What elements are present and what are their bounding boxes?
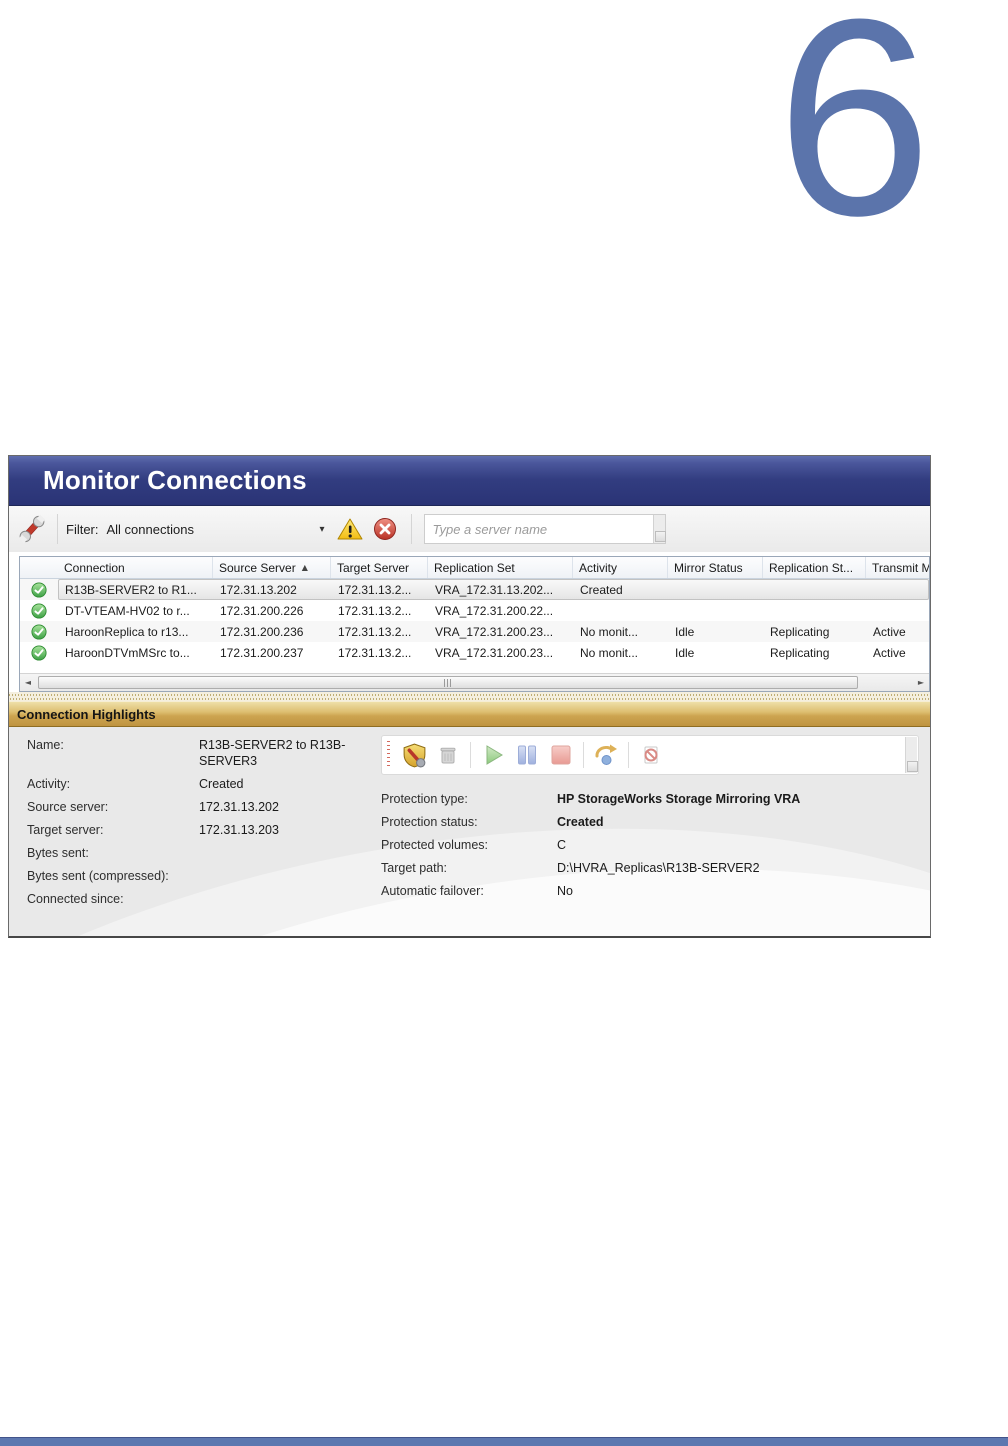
filter-dropdown[interactable]: All connections ▾ [107,522,331,537]
section-title: Connection Highlights [17,706,156,722]
field-value: D:\HVRA_Replicas\R13B-SERVER2 [557,861,760,875]
field-value: No [557,884,573,898]
column-header-source-server[interactable]: Source Server ▲ [213,557,331,578]
connections-table: Connection Source Server ▲ Target Server … [19,556,930,692]
field-value [199,891,369,907]
status-ok-icon [20,623,58,640]
filter-toolbar: Filter: All connections ▾ [9,506,930,552]
field-value: Created [199,777,244,791]
horizontal-scrollbar[interactable]: ◄ ► [20,673,929,691]
field-label: Connected since: [27,892,124,906]
table-row[interactable]: HaroonDTVmMSrc to... 172.31.200.237 172.… [20,642,929,663]
search-input[interactable] [424,515,653,543]
stop-icon[interactable] [546,740,576,770]
field-value: R13B-SERVER2 to R13B-SERVER3 [199,738,346,768]
status-ok-icon [20,581,58,598]
table-row[interactable]: R13B-SERVER2 to R1... 172.31.13.202 172.… [20,579,929,600]
protection-shield-icon[interactable] [399,740,429,770]
monitor-connections-window: Monitor Connections Filter: All connecti… [8,455,931,938]
connection-highlights-header: Connection Highlights [9,701,930,727]
table-header-row: Connection Source Server ▲ Target Server … [20,557,929,579]
toolbar-separator [470,742,471,768]
status-ok-icon [20,644,58,661]
pause-icon[interactable] [512,740,542,770]
field-label: Source server: [27,800,109,814]
row-cells: DT-VTEAM-HV02 to r... 172.31.200.226 172… [65,603,554,618]
filter-value: All connections [106,521,194,537]
field-label: Protection type: [381,792,468,806]
row-cells: HaroonDTVmMSrc to... 172.31.200.237 172.… [65,645,906,660]
search-scroll-nub[interactable] [652,515,666,543]
protection-fields: Protection type: HP StorageWorks Storage… [381,791,919,899]
column-header-replication-set[interactable]: Replication Set [428,557,573,578]
chapter-number: 6 [776,0,932,274]
scrollbar-thumb[interactable] [38,676,858,689]
scrollbar-grip-icon [443,678,453,687]
field-label: Name: [27,738,64,752]
field-label: Protection status: [381,815,478,829]
splitter-handle[interactable] [9,692,930,701]
connection-highlights-panel: Name: R13B-SERVER2 to R13B-SERVER3 Activ… [9,727,930,936]
field-value [199,868,369,884]
window-titlebar: Monitor Connections [9,456,930,506]
start-icon[interactable] [478,740,508,770]
actionbar-scroll-nub[interactable] [905,737,918,773]
field-value: HP StorageWorks Storage Mirroring VRA [557,792,801,806]
column-header-target-server[interactable]: Target Server [331,557,428,578]
connection-summary-fields: Name: R13B-SERVER2 to R13B-SERVER3 Activ… [27,737,379,907]
field-label: Automatic failover: [381,884,484,898]
field-label: Protected volumes: [381,838,488,852]
protection-details: Protection type: HP StorageWorks Storage… [381,735,919,899]
scroll-left-icon[interactable]: ◄ [20,674,36,691]
chevron-down-icon: ▾ [319,523,325,535]
column-header-mirror-status[interactable]: Mirror Status [668,557,763,578]
delete-icon[interactable] [433,740,463,770]
toolbar-separator [583,742,584,768]
warning-triangle-icon[interactable] [337,517,363,541]
field-label: Activity: [27,777,71,791]
column-header-status[interactable] [20,557,58,578]
toolbar-separator [628,742,629,768]
field-label: Bytes sent: [27,846,89,860]
row-cells: HaroonReplica to r13... 172.31.200.236 1… [65,624,906,639]
field-value: C [557,838,567,852]
remove-protection-icon[interactable] [636,740,666,770]
table-row[interactable]: HaroonReplica to r13... 172.31.200.236 1… [20,621,929,642]
column-header-connection[interactable]: Connection [58,557,213,578]
window-title: Monitor Connections [43,465,307,495]
server-search-box [423,514,666,544]
row-highlight: R13B-SERVER2 to R1... 172.31.13.202 172.… [58,579,929,600]
column-header-replication-status[interactable]: Replication St... [763,557,866,578]
column-header-activity[interactable]: Activity [573,557,668,578]
connection-actions-toolbar [381,735,919,775]
status-ok-icon [20,602,58,619]
sort-ascending-icon: ▲ [301,563,308,572]
field-value: Created [557,815,604,829]
field-value: 172.31.13.203 [199,823,279,837]
field-label: Bytes sent (compressed): [27,869,169,883]
page-footer-rule [0,1437,1008,1446]
wrench-icon[interactable] [15,512,49,546]
field-value: 172.31.13.202 [199,800,279,814]
failover-icon[interactable] [591,740,621,770]
filter-label: Filter: [66,521,99,537]
drag-grip-icon[interactable] [387,741,390,769]
toolbar-separator [410,514,412,544]
scroll-right-icon[interactable]: ► [913,674,929,691]
error-circle-icon[interactable] [373,517,397,541]
field-label: Target path: [381,861,448,875]
field-label: Target server: [27,823,104,837]
table-row[interactable]: DT-VTEAM-HV02 to r... 172.31.200.226 172… [20,600,929,621]
toolbar-separator [57,514,58,544]
column-header-transmit-mode[interactable]: Transmit M [866,557,929,578]
field-value [199,845,369,861]
